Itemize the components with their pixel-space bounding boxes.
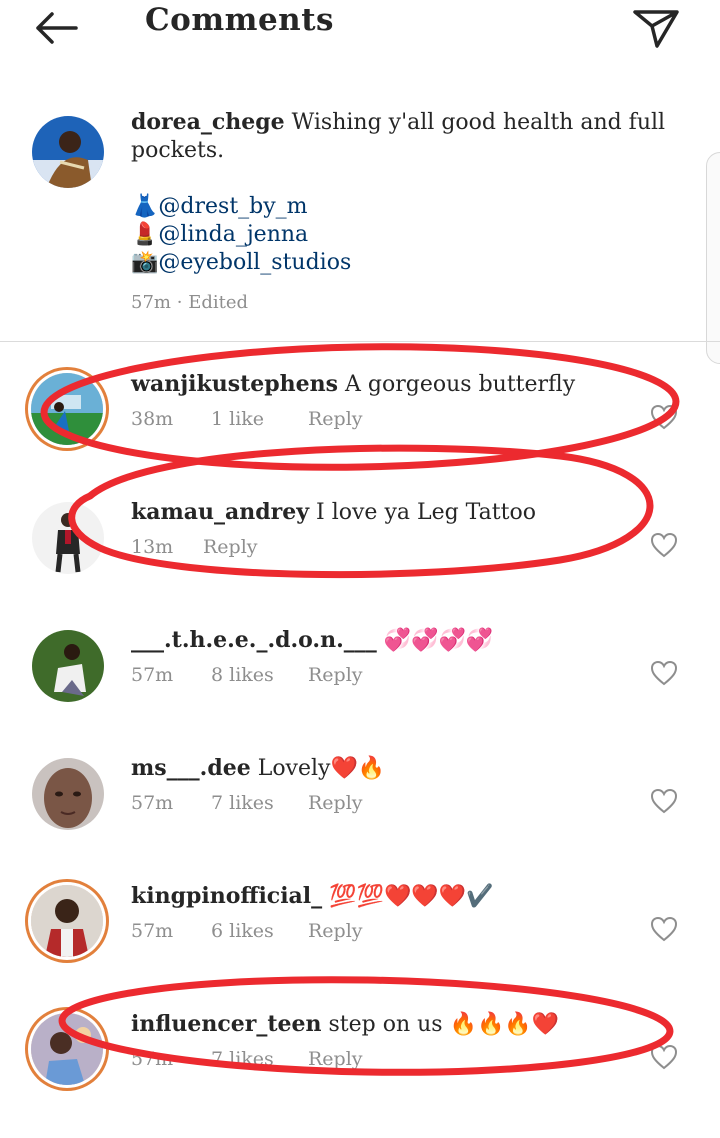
comment-time: 57m: [131, 792, 174, 814]
post-caption: dorea_chege Wishing y'all good health an…: [131, 108, 671, 277]
comment-likes[interactable]: 7 likes: [211, 792, 308, 814]
reply-button[interactable]: Reply: [308, 664, 363, 686]
lipstick-emoji: 💄: [131, 222, 159, 247]
comment-meta: 57m 7 likes Reply: [131, 1048, 363, 1070]
top-bar: Comments: [0, 0, 720, 60]
comment-time: 13m: [131, 536, 174, 558]
edited-label: Edited: [188, 292, 249, 313]
comment-text: I love ya Leg Tattoo: [316, 500, 536, 525]
credit-line: 📸@eyeboll_studios: [131, 249, 671, 277]
reply-button[interactable]: Reply: [308, 1048, 363, 1070]
comment-item: kamau_andrey I love ya Leg Tattoo 13m Rep…: [0, 498, 720, 626]
comment-likes[interactable]: 7 likes: [211, 1048, 308, 1070]
heart-icon[interactable]: [650, 1044, 678, 1070]
comment-item: wanjikustephens A gorgeous butterfly 38m…: [0, 370, 720, 498]
comment-username[interactable]: ___.t.h.e.e._.d.o.n.___: [131, 627, 377, 653]
mention-link[interactable]: @linda_jenna: [158, 222, 308, 247]
dress-emoji: 👗: [131, 194, 159, 219]
heart-icon[interactable]: [650, 916, 678, 942]
reply-button[interactable]: Reply: [308, 408, 363, 430]
comment-text: 💞💞💞💞: [383, 628, 494, 653]
camera-emoji: 📸: [131, 250, 159, 275]
heart-icon[interactable]: [650, 788, 678, 814]
post-meta: 57m · Edited: [131, 292, 248, 313]
comment-time: 57m: [131, 1048, 174, 1070]
comment-text: A gorgeous butterfly: [345, 372, 576, 397]
comment-username[interactable]: ms___.dee: [131, 755, 251, 781]
credit-line: 💄@linda_jenna: [131, 221, 671, 249]
comment-meta: 13m Reply: [131, 536, 258, 558]
reply-button[interactable]: Reply: [308, 792, 363, 814]
mention-link[interactable]: @eyeboll_studios: [158, 250, 351, 275]
comment-username[interactable]: wanjikustephens: [131, 371, 338, 397]
comment-username[interactable]: influencer_teen: [131, 1011, 321, 1037]
comment-time: 57m: [131, 664, 174, 686]
comment-time: 38m: [131, 408, 174, 430]
avatar-post-author[interactable]: [32, 116, 104, 188]
post-time: 57m: [131, 292, 171, 313]
heart-icon[interactable]: [650, 532, 678, 558]
comment-username[interactable]: kingpinofficial_: [131, 883, 322, 909]
page-title: Comments: [145, 2, 334, 38]
comment-meta: 57m 8 likes Reply: [131, 664, 363, 686]
mention-link[interactable]: @drest_by_m: [158, 194, 307, 219]
reply-button[interactable]: Reply: [308, 920, 363, 942]
comment-text: step on us 🔥🔥🔥❤️: [328, 1012, 560, 1037]
send-icon[interactable]: [630, 6, 682, 50]
comment-likes[interactable]: 8 likes: [211, 664, 308, 686]
divider: [0, 341, 720, 342]
comment-likes[interactable]: 6 likes: [211, 920, 308, 942]
heart-icon[interactable]: [650, 404, 678, 430]
credit-line: 👗@drest_by_m: [131, 193, 671, 221]
comment-username[interactable]: kamau_andrey: [131, 499, 309, 525]
comment-text: 💯💯❤️❤️❤️✔️: [329, 884, 494, 909]
comment-item: ___.t.h.e.e._.d.o.n.___ 💞💞💞💞 57m 8 likes R…: [0, 626, 720, 754]
comment-time: 57m: [131, 920, 174, 942]
meta-separator: ·: [176, 292, 183, 313]
comment-item: influencer_teen step on us 🔥🔥🔥❤️ 57m 7 li…: [0, 1010, 720, 1138]
back-arrow-icon[interactable]: [30, 8, 82, 48]
comment-meta: 57m 6 likes Reply: [131, 920, 363, 942]
comment-likes[interactable]: 1 like: [211, 408, 308, 430]
comment-meta: 38m 1 like Reply: [131, 408, 363, 430]
reply-button[interactable]: Reply: [203, 536, 258, 558]
post-username[interactable]: dorea_chege: [131, 109, 285, 135]
comment-text: Lovely❤️🔥: [257, 756, 386, 781]
side-panel-edge: [706, 152, 720, 364]
comment-item: kingpinofficial_ 💯💯❤️❤️❤️✔️ 57m 6 likes Re…: [0, 882, 720, 1010]
comment-item: ms___.dee Lovely❤️🔥 57m 7 likes Reply: [0, 754, 720, 882]
heart-icon[interactable]: [650, 660, 678, 686]
comment-meta: 57m 7 likes Reply: [131, 792, 363, 814]
